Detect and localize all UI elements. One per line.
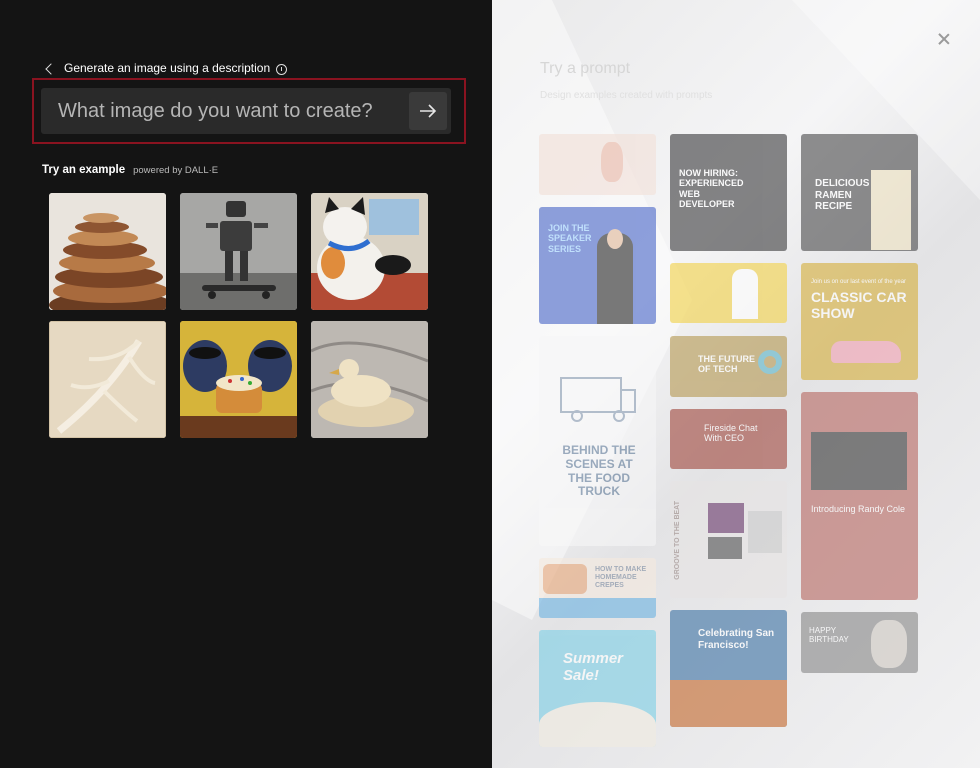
truck-text: BEHIND THE SCENES AT THE FOOD TRUCK — [562, 443, 636, 499]
template-card-yellow[interactable] — [670, 263, 787, 323]
template-card-birthday[interactable]: HAPPY BIRTHDAY — [801, 612, 918, 673]
template-card-randy[interactable]: Introducing Randy Cole — [801, 392, 918, 600]
example-thumb-duck[interactable] — [311, 321, 428, 438]
template-card-hiring[interactable]: NOW HIRING: EXPERIENCED WEB DEVELOPER — [670, 134, 787, 251]
template-card-crepes[interactable]: HOW TO MAKE HOMEMADE CREPES — [539, 558, 656, 618]
template-card-sf[interactable]: Celebrating San Francisco! — [670, 610, 787, 727]
back-button[interactable]: Generate an image using a description — [45, 61, 288, 75]
robot-image — [180, 193, 297, 310]
template-card-flowers[interactable] — [539, 134, 656, 195]
template-card-tech[interactable]: THE FUTURE OF TECH — [670, 336, 787, 397]
prompt-input[interactable] — [41, 88, 409, 134]
flower-shape — [601, 142, 623, 182]
randy-text: Introducing Randy Cole — [811, 504, 906, 514]
gallery-title: Try a prompt — [540, 60, 631, 77]
examples-header: Try an example powered by DALL·E — [42, 164, 218, 176]
cat-image — [311, 193, 428, 310]
birthday-image — [871, 620, 907, 668]
sf-text: Celebrating San Francisco! — [698, 628, 775, 651]
leaf-image — [49, 321, 166, 438]
crepes-footer — [539, 598, 656, 618]
summer-text: Summer Sale! — [563, 650, 624, 685]
car-shape — [831, 341, 901, 363]
groove-text: GROOVE TO THE BEAT — [674, 501, 681, 580]
template-card-food-truck[interactable]: BEHIND THE SCENES AT THE FOOD TRUCK — [539, 336, 656, 546]
fireside-text: Fireside Chat With CEO — [704, 423, 758, 444]
template-card-ramen[interactable]: DELICIOUS RAMEN RECIPE — [801, 134, 918, 251]
generate-button[interactable] — [409, 92, 447, 130]
car-small-text: Join us on our last event of the year — [811, 279, 907, 285]
template-card-fireside[interactable]: Fireside Chat With CEO — [670, 409, 787, 469]
sf-bridge — [670, 680, 787, 727]
template-card-car-show[interactable]: Join us on our last event of the year CL… — [801, 263, 918, 380]
speaker-face — [607, 229, 623, 249]
groove-image-3 — [748, 511, 782, 553]
ramen-image — [871, 170, 911, 250]
randy-photo — [811, 432, 907, 490]
example-thumb-cat[interactable] — [311, 193, 428, 310]
hiring-text: NOW HIRING: EXPERIENCED WEB DEVELOPER — [679, 168, 744, 210]
crepes-text: HOW TO MAKE HOMEMADE CREPES — [595, 566, 647, 590]
template-card-speaker[interactable]: JOIN THE SPEAKER SERIES — [539, 207, 656, 324]
template-card-summer[interactable]: Summer Sale! — [539, 630, 656, 747]
crepes-image — [543, 564, 587, 594]
example-thumb-raccoons[interactable] — [180, 321, 297, 438]
prompt-bar — [41, 88, 451, 134]
close-icon[interactable] — [934, 30, 954, 50]
yellow-figure — [732, 269, 758, 319]
ramen-text: DELICIOUS RAMEN RECIPE — [815, 178, 870, 212]
birthday-text: HAPPY BIRTHDAY — [809, 626, 849, 645]
truck-icon — [560, 377, 636, 422]
back-label: Generate an image using a description — [64, 61, 271, 75]
powered-by-label: powered by DALL·E — [133, 165, 219, 176]
duck-image — [311, 321, 428, 438]
raccoons-image — [180, 321, 297, 438]
template-card-groove[interactable]: GROOVE TO THE BEAT — [670, 481, 787, 598]
example-thumb-robot[interactable] — [180, 193, 297, 310]
examples-title: Try an example — [42, 164, 126, 176]
arrow-right-icon — [420, 104, 437, 118]
groove-image-1 — [708, 503, 744, 533]
architecture-image — [49, 193, 166, 310]
groove-image-2 — [708, 537, 742, 559]
gallery-subtitle: Design examples created with prompts — [540, 90, 713, 101]
example-thumb-leaf[interactable] — [49, 321, 166, 438]
car-text: CLASSIC CAR SHOW — [811, 289, 907, 322]
tech-text: THE FUTURE OF TECH — [698, 354, 755, 375]
tech-ring — [758, 350, 782, 374]
speaker-text: JOIN THE SPEAKER SERIES — [548, 223, 592, 254]
example-thumb-architecture[interactable] — [49, 193, 166, 310]
info-icon[interactable] — [276, 63, 288, 75]
chevron-left-icon — [45, 62, 57, 75]
summer-beach — [539, 702, 656, 747]
